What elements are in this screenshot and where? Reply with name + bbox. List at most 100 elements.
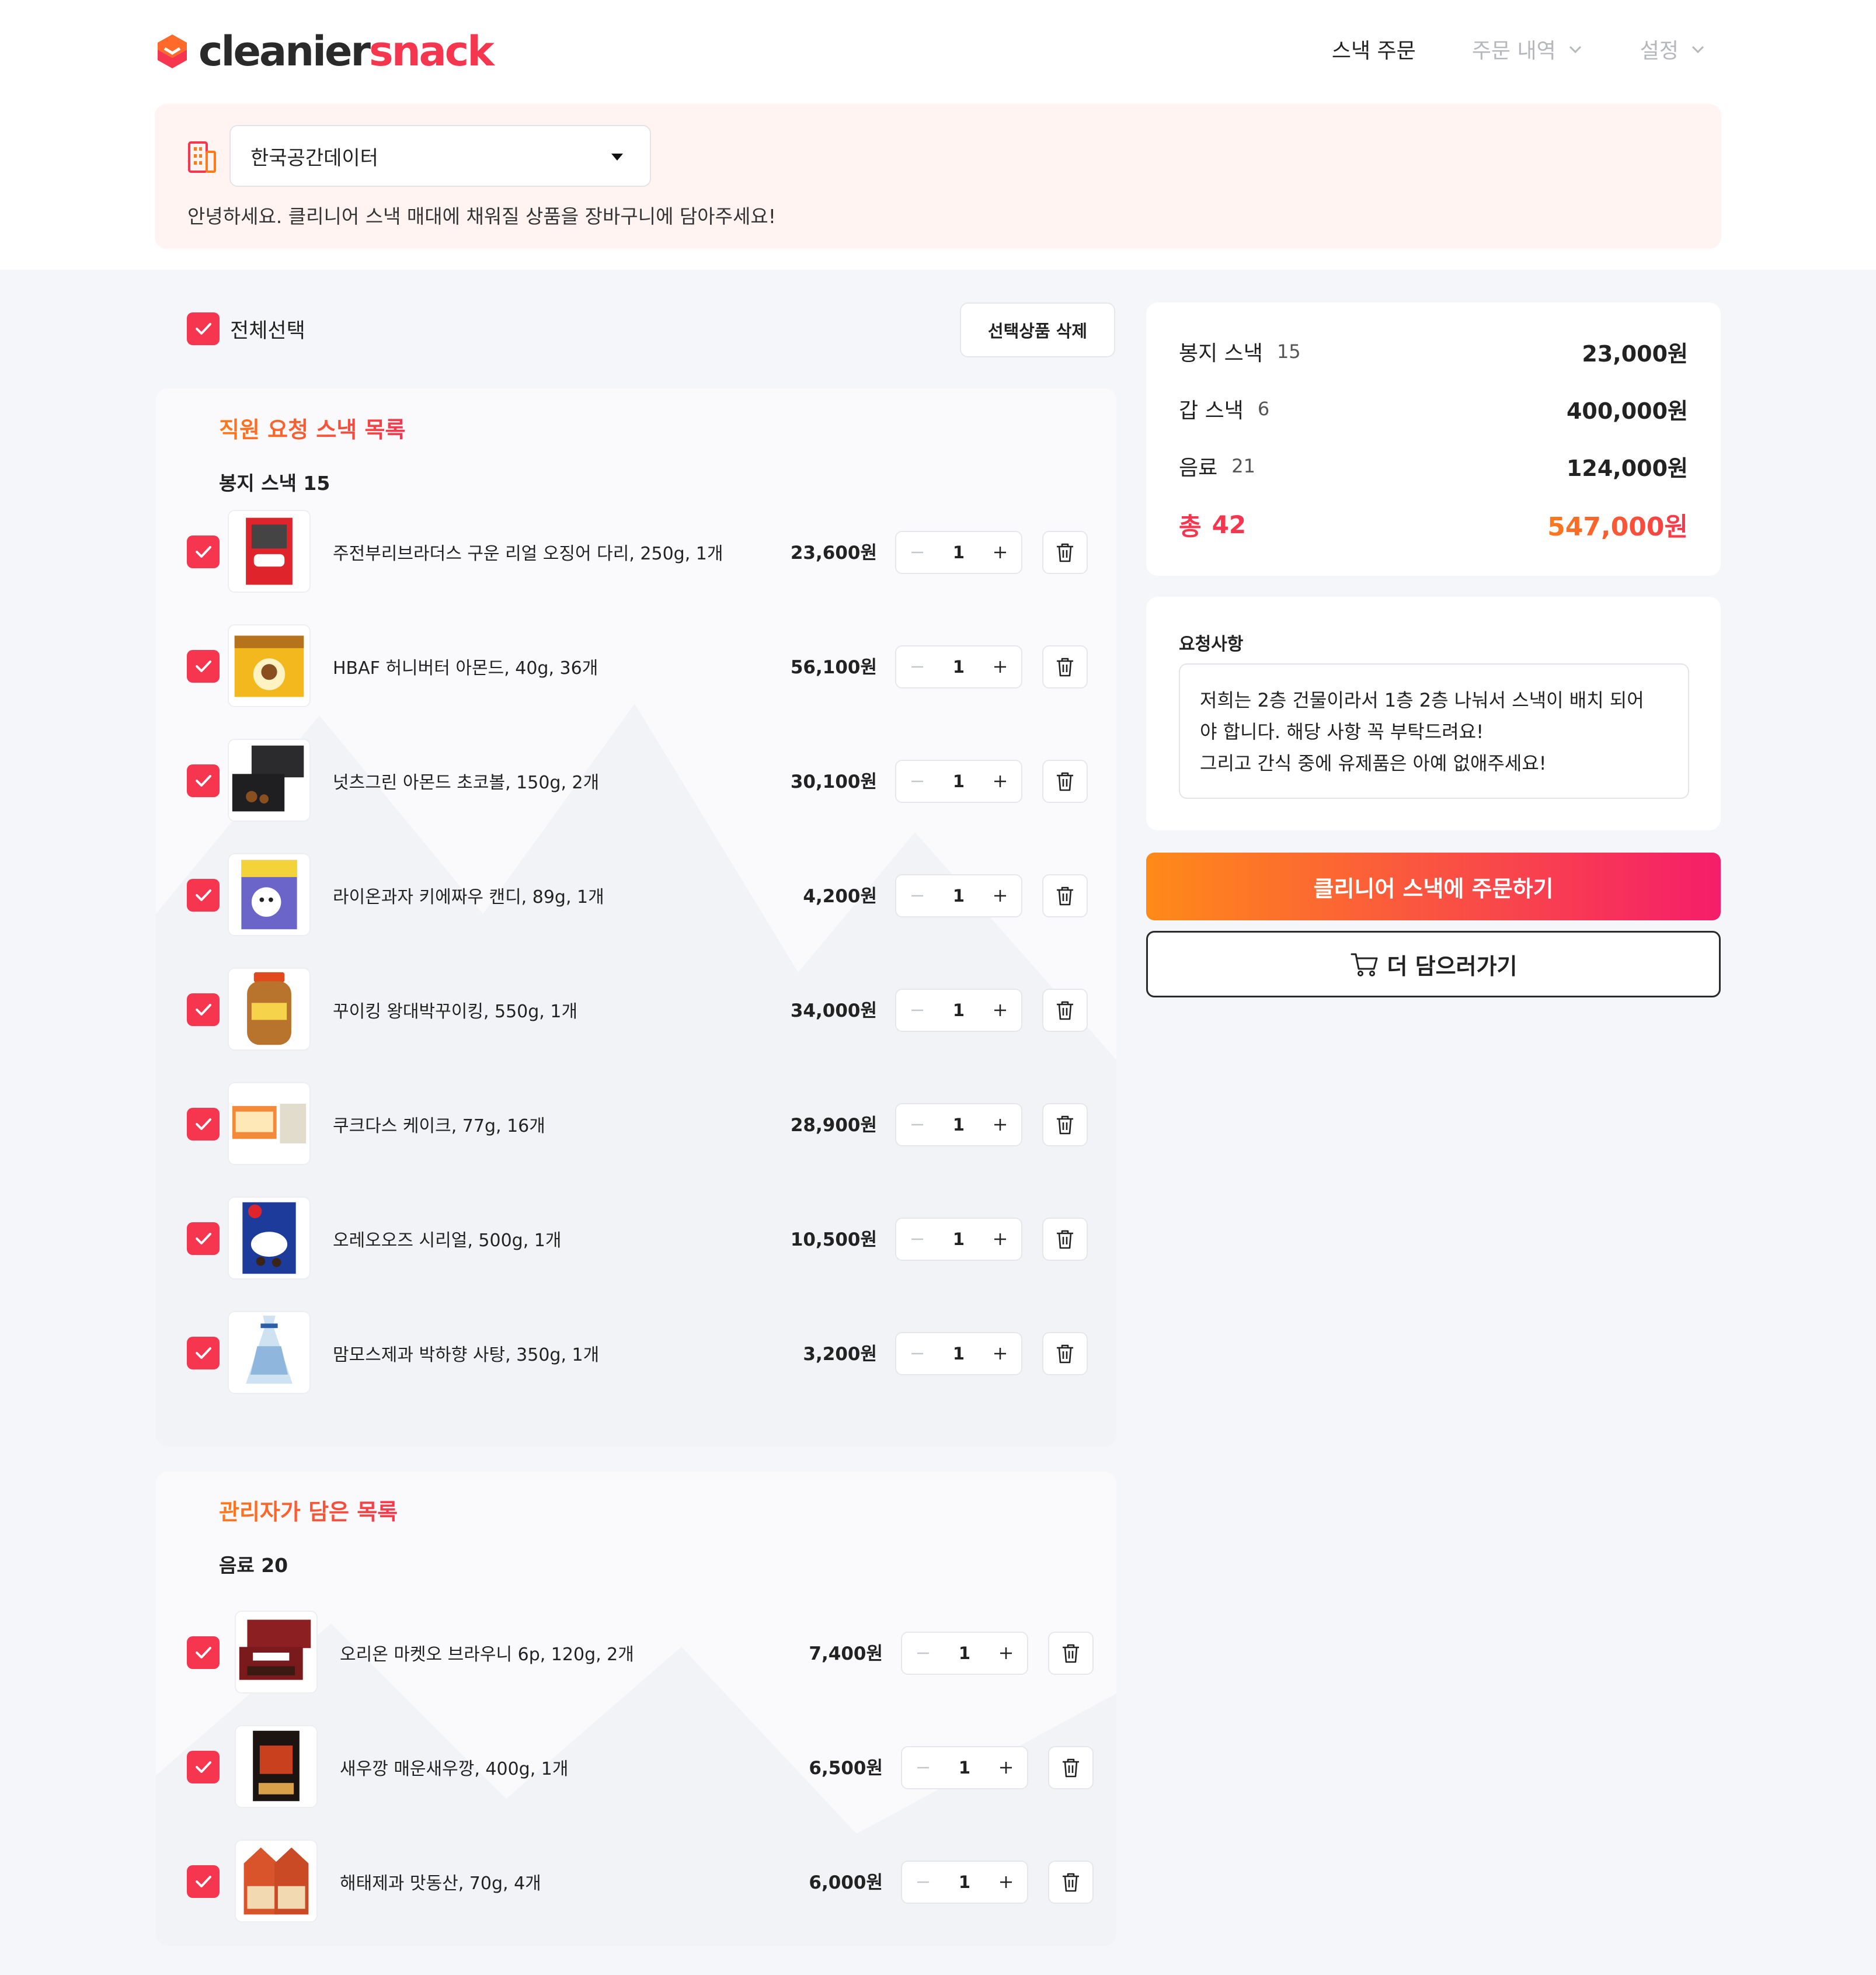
product-price: 23,600원: [790, 543, 877, 564]
group-title: 봉지 스낵 15: [219, 472, 330, 495]
quantity-value: 1: [958, 1643, 971, 1663]
check-icon: [196, 1761, 211, 1773]
summary-amount: 124,000원: [1566, 455, 1688, 481]
quantity-stepper: 1: [895, 874, 1022, 917]
nav-order-history[interactable]: 주문 내역: [1472, 34, 1584, 64]
quantity-stepper: 1: [895, 760, 1022, 803]
item-checkbox[interactable]: [187, 764, 220, 797]
summary-row: 음료 21 124,000원: [1179, 448, 1688, 484]
plus-icon: [994, 661, 1006, 673]
delete-item-button[interactable]: [1042, 1103, 1088, 1146]
increase-button[interactable]: [990, 1343, 1011, 1364]
plus-icon: [994, 547, 1006, 558]
trash-icon: [1057, 1230, 1073, 1249]
increase-button[interactable]: [996, 1643, 1017, 1664]
increase-button[interactable]: [990, 542, 1011, 563]
delete-item-button[interactable]: [1042, 874, 1088, 917]
trash-icon: [1057, 886, 1073, 906]
decrease-button[interactable]: [907, 1114, 928, 1135]
item-checkbox[interactable]: [187, 1865, 220, 1898]
decrease-button[interactable]: [907, 771, 928, 792]
trash-icon: [1057, 1001, 1073, 1020]
quantity-stepper: 1: [901, 1746, 1028, 1789]
building-icon: [188, 141, 216, 173]
minus-icon: [911, 1009, 923, 1011]
delete-item-button[interactable]: [1042, 645, 1088, 689]
increase-button[interactable]: [990, 885, 1011, 906]
company-select[interactable]: 한국공간데이터: [229, 125, 651, 187]
increase-button[interactable]: [990, 771, 1011, 792]
item-checkbox[interactable]: [187, 650, 220, 683]
delete-item-button[interactable]: [1042, 989, 1088, 1032]
delete-item-button[interactable]: [1048, 1632, 1094, 1675]
trash-icon: [1057, 1115, 1073, 1135]
decrease-button[interactable]: [913, 1872, 934, 1893]
trash-icon: [1057, 1344, 1073, 1364]
nav-settings[interactable]: 설정: [1640, 34, 1707, 64]
trash-icon: [1063, 1758, 1079, 1778]
item-checkbox[interactable]: [187, 1636, 220, 1669]
item-checkbox[interactable]: [187, 1108, 220, 1141]
list-item: 오레오오즈 시리얼, 500g, 1개 10,500원 1: [156, 1197, 1116, 1281]
quantity-value: 1: [952, 886, 965, 906]
chevron-down-icon: [1569, 46, 1581, 54]
minus-icon: [917, 1881, 929, 1883]
product-name: 쿠크다스 케이크, 77g, 16개: [333, 1116, 545, 1136]
product-name: HBAF 허니버터 아몬드, 40g, 36개: [333, 658, 598, 679]
logo[interactable]: cleaniersnack: [153, 27, 495, 75]
list-item: 해태제과 맛동산, 70g, 4개 6,000원 1: [156, 1840, 1116, 1924]
quantity-stepper: 1: [901, 1632, 1028, 1675]
delete-item-button[interactable]: [1042, 531, 1088, 574]
delete-item-button[interactable]: [1042, 1332, 1088, 1375]
decrease-button[interactable]: [913, 1643, 934, 1664]
nav-snack-order[interactable]: 스낵 주문: [1332, 34, 1416, 64]
product-thumbnail: [228, 739, 311, 822]
item-checkbox[interactable]: [187, 1751, 220, 1783]
add-more-button[interactable]: 더 담으러가기: [1146, 931, 1721, 997]
total-amount: 547,000원: [1547, 506, 1688, 543]
item-checkbox[interactable]: [187, 993, 220, 1026]
decrease-button[interactable]: [907, 1000, 928, 1021]
plus-icon: [1000, 1647, 1012, 1659]
decrease-button[interactable]: [907, 656, 928, 677]
increase-button[interactable]: [996, 1757, 1017, 1778]
quantity-value: 1: [952, 771, 965, 791]
item-checkbox[interactable]: [187, 879, 220, 912]
delete-item-button[interactable]: [1048, 1746, 1094, 1789]
squid-snack-icon: [246, 517, 293, 585]
decrease-button[interactable]: [907, 542, 928, 563]
delete-selected-button[interactable]: 선택상품 삭제: [960, 302, 1115, 357]
product-price: 6,500원: [809, 1758, 883, 1779]
check-icon: [196, 1876, 211, 1887]
select-all-checkbox[interactable]: [187, 312, 220, 345]
item-checkbox[interactable]: [187, 536, 220, 568]
decrease-button[interactable]: [907, 1343, 928, 1364]
place-order-button[interactable]: 클리니어 스낵에 주문하기: [1146, 853, 1721, 920]
increase-button[interactable]: [990, 656, 1011, 677]
decrease-button[interactable]: [907, 885, 928, 906]
select-all-row[interactable]: 전체선택: [187, 312, 305, 345]
caret-down-icon: [611, 154, 623, 161]
item-checkbox[interactable]: [187, 1337, 220, 1369]
list-item: 라이온과자 키에짜우 캔디, 89g, 1개 4,200원 1: [156, 853, 1116, 937]
delete-item-button[interactable]: [1042, 760, 1088, 803]
product-thumbnail: [228, 853, 311, 936]
quantity-stepper: 1: [895, 1218, 1022, 1261]
item-checkbox[interactable]: [187, 1222, 220, 1255]
increase-button[interactable]: [990, 1000, 1011, 1021]
increase-button[interactable]: [990, 1229, 1011, 1250]
quantity-value: 1: [958, 1758, 971, 1778]
total-label: 총: [1179, 512, 1202, 541]
decrease-button[interactable]: [913, 1757, 934, 1778]
delete-item-button[interactable]: [1048, 1861, 1094, 1904]
increase-button[interactable]: [990, 1114, 1011, 1135]
greeting-text: 안녕하세요. 클리니어 스낵 매대에 채워질 상품을 장바구니에 담아주세요!: [187, 205, 776, 228]
welcome-banner: 한국공간데이터 안녕하세요. 클리니어 스낵 매대에 채워질 상품을 장바구니에…: [155, 104, 1721, 249]
product-thumbnail: [235, 1725, 318, 1808]
delete-item-button[interactable]: [1042, 1218, 1088, 1261]
increase-button[interactable]: [996, 1872, 1017, 1893]
quantity-value: 1: [952, 657, 965, 677]
mint-candy-bag-icon: [246, 1315, 293, 1384]
decrease-button[interactable]: [907, 1229, 928, 1250]
request-textarea[interactable]: 저희는 2층 건물이라서 1층 2층 나눠서 스낵이 배치 되어 야 합니다. …: [1179, 663, 1689, 799]
